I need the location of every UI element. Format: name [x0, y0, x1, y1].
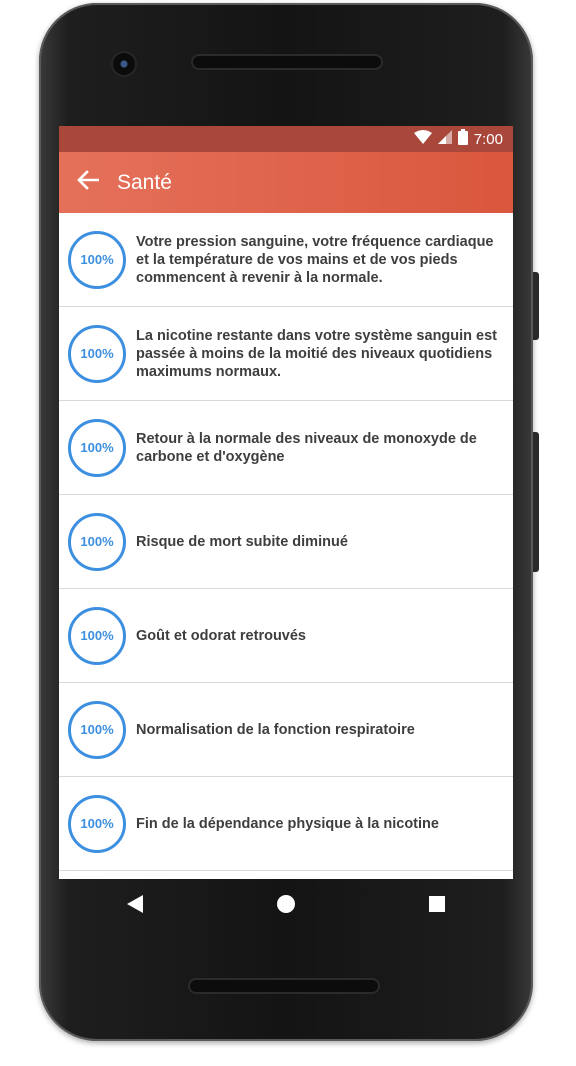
nav-home-button[interactable]	[256, 886, 316, 926]
list-item[interactable]: 100% Risque de mort subite diminué	[59, 495, 513, 589]
list-item[interactable]: 100% Votre pression sanguine, votre fréq…	[59, 213, 513, 307]
square-recents-icon	[429, 895, 446, 917]
nav-recents-button[interactable]	[407, 886, 467, 926]
list-item[interactable]: 100% Normalisation de la fonction respir…	[59, 683, 513, 777]
milestone-text: Fin de la dépendance physique à la nicot…	[136, 815, 439, 832]
arrow-left-icon	[77, 170, 100, 195]
nav-back-button[interactable]	[105, 886, 165, 926]
milestone-text: Votre pression sanguine, votre fréquence…	[136, 233, 494, 286]
wifi-icon	[413, 130, 432, 148]
list-item[interactable]: 100% Fin de la dépendance physique à la …	[59, 777, 513, 871]
progress-ring: 100%	[68, 700, 126, 759]
clock: 7:00	[473, 130, 503, 148]
bottom-speaker	[190, 980, 378, 992]
circle-home-icon	[276, 894, 295, 918]
status-bar: 7:00	[59, 126, 513, 152]
battery-icon	[457, 129, 468, 149]
page-title: Santé	[117, 170, 172, 194]
milestone-text: La nicotine restante dans votre système …	[136, 327, 498, 380]
milestone-text: Goût et odorat retrouvés	[136, 627, 306, 644]
progress-ring: 100%	[68, 606, 126, 665]
progress-ring: 100%	[68, 794, 126, 853]
list-item[interactable]: 100% La nicotine restante dans votre sys…	[59, 307, 513, 401]
milestone-text: Retour à la normale des niveaux de monox…	[136, 430, 477, 465]
power-button	[533, 272, 539, 340]
milestone-text: Risque de mort subite diminué	[136, 533, 348, 550]
triangle-back-icon	[126, 894, 143, 918]
list-item[interactable]: 100% Retour à la normale des niveaux de …	[59, 401, 513, 495]
system-nav-bar	[59, 879, 513, 933]
progress-ring: 100%	[68, 230, 126, 289]
progress-ring: 100%	[68, 512, 126, 571]
progress-ring: 100%	[68, 324, 126, 383]
earpiece-speaker	[193, 56, 381, 68]
cell-signal-icon	[437, 130, 452, 148]
front-camera	[113, 53, 135, 75]
list-item[interactable]: 100% Goût et odorat retrouvés	[59, 589, 513, 683]
app-bar: Santé	[59, 152, 513, 213]
volume-button	[533, 432, 539, 572]
milestone-list: 100% Votre pression sanguine, votre fréq…	[59, 213, 513, 871]
progress-ring: 100%	[68, 418, 126, 477]
screen: 7:00 Santé 100% Votre pression sanguine,…	[59, 126, 513, 879]
back-button[interactable]	[63, 158, 113, 208]
milestone-text: Normalisation de la fonction respiratoir…	[136, 721, 415, 738]
